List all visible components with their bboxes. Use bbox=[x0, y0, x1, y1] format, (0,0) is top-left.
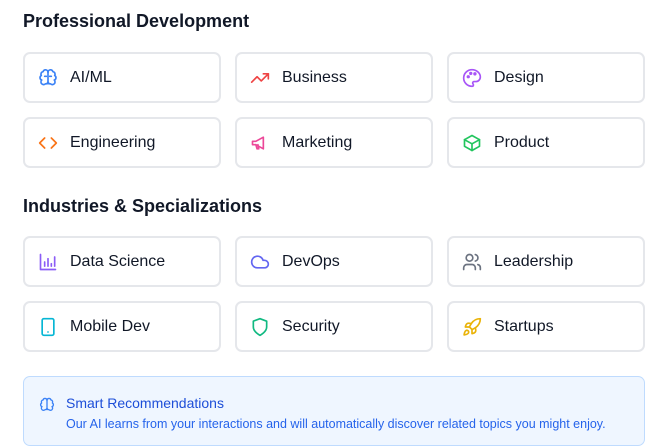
recommendation-description: Our AI learns from your interactions and… bbox=[66, 417, 606, 431]
code-icon bbox=[38, 133, 58, 153]
topic-label: Security bbox=[282, 317, 340, 335]
users-icon bbox=[462, 252, 482, 272]
topic-label: Startups bbox=[494, 317, 554, 335]
topic-security[interactable]: Security bbox=[235, 301, 433, 352]
section-title-professional-development: Professional Development bbox=[23, 11, 250, 31]
recommendation-title: Smart Recommendations bbox=[66, 395, 224, 411]
topic-mobile-dev[interactable]: Mobile Dev bbox=[23, 301, 221, 352]
topic-label: Engineering bbox=[70, 133, 156, 151]
smartphone-icon bbox=[38, 317, 58, 337]
section-title-industries: Industries & Specializations bbox=[23, 196, 263, 216]
topic-engineering[interactable]: Engineering bbox=[23, 117, 221, 168]
trending-up-icon bbox=[250, 68, 270, 88]
topic-label: Product bbox=[494, 133, 550, 151]
topic-label: Data Science bbox=[70, 252, 166, 270]
professional-development-grid: AI/ML Business Design Engineering Market… bbox=[23, 52, 645, 168]
topic-startups[interactable]: Startups bbox=[447, 301, 645, 352]
topic-business[interactable]: Business bbox=[235, 52, 433, 103]
topic-label: DevOps bbox=[282, 252, 340, 270]
topic-marketing[interactable]: Marketing bbox=[235, 117, 433, 168]
topic-label: AI/ML bbox=[70, 68, 112, 86]
rocket-icon bbox=[462, 317, 482, 337]
topic-product[interactable]: Product bbox=[447, 117, 645, 168]
topic-data-science[interactable]: Data Science bbox=[23, 236, 221, 287]
topic-devops[interactable]: DevOps bbox=[235, 236, 433, 287]
shield-icon bbox=[250, 317, 270, 337]
topic-label: Design bbox=[494, 68, 544, 86]
topic-design[interactable]: Design bbox=[447, 52, 645, 103]
cloud-icon bbox=[250, 252, 270, 272]
topic-label: Marketing bbox=[282, 133, 353, 151]
brain-icon bbox=[39, 397, 55, 413]
bar-chart-icon bbox=[38, 252, 58, 272]
topic-label: Leadership bbox=[494, 252, 574, 270]
industries-grid: Data Science DevOps Leadership Mobile De… bbox=[23, 236, 645, 352]
topic-ai-ml[interactable]: AI/ML bbox=[23, 52, 221, 103]
palette-icon bbox=[462, 68, 482, 88]
topic-leadership[interactable]: Leadership bbox=[447, 236, 645, 287]
package-icon bbox=[462, 133, 482, 153]
topic-label: Mobile Dev bbox=[70, 317, 151, 335]
smart-recommendations-panel: Smart Recommendations Our AI learns from… bbox=[23, 376, 645, 446]
brain-icon bbox=[38, 68, 58, 88]
topic-label: Business bbox=[282, 68, 347, 86]
megaphone-icon bbox=[250, 133, 270, 153]
